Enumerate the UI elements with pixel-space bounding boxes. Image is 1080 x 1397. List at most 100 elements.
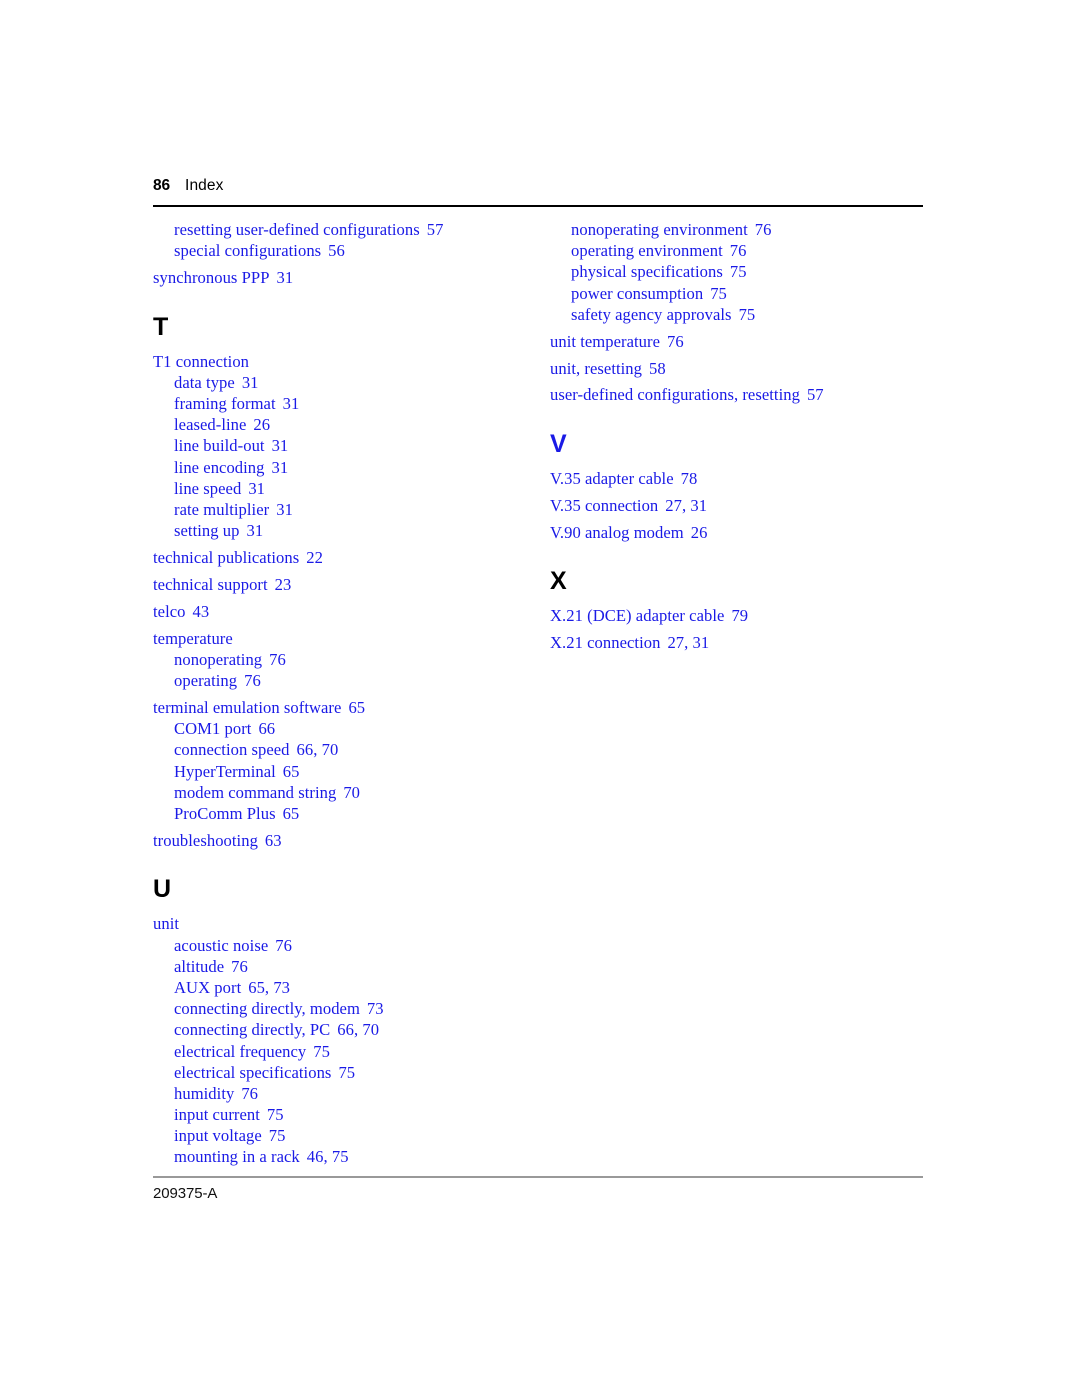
index-subentry[interactable]: ProComm Plus 65 (174, 804, 525, 823)
index-subentry[interactable]: power consumption 75 (571, 283, 925, 303)
index-subentry[interactable]: mounting in a rack 46, 75 (174, 1149, 525, 1166)
index-entry[interactable]: V.35 adapter cable 78 (550, 469, 925, 488)
index-entry[interactable]: unit (153, 916, 525, 933)
index-subentry[interactable]: acoustic noise 76 (174, 936, 525, 955)
index-entry-pages[interactable]: 31 (247, 521, 264, 540)
index-subentry[interactable]: input voltage 75 (174, 1126, 525, 1145)
index-entry-pages[interactable]: 22 (306, 548, 323, 567)
index-entry-term: temperature (153, 628, 233, 648)
index-entry-pages[interactable]: 73 (367, 999, 384, 1018)
index-entry-pages[interactable]: 26 (691, 523, 708, 542)
index-entry[interactable]: temperature (153, 628, 525, 648)
index-entry-pages[interactable]: 57 (427, 220, 444, 239)
index-entry-pages[interactable]: 76 (244, 671, 261, 690)
index-entry-term: data type (174, 372, 235, 392)
index-subentry[interactable]: operating environment 76 (571, 241, 925, 260)
index-subentry[interactable]: resetting user-defined configurations 57 (174, 220, 525, 239)
index-subentry[interactable]: connection speed 66, 70 (174, 742, 525, 759)
index-subentry[interactable]: operating 76 (174, 671, 525, 690)
index-entry-pages[interactable]: 43 (193, 602, 210, 621)
index-entry-pages[interactable]: 76 (275, 936, 292, 955)
index-entry-pages[interactable]: 75 (338, 1063, 355, 1082)
index-subentry[interactable]: electrical specifications 75 (174, 1063, 525, 1082)
index-entry-pages[interactable]: 76 (231, 957, 248, 976)
index-entry-pages[interactable]: 31 (248, 479, 265, 498)
index-subentry[interactable]: line build-out 31 (174, 438, 525, 455)
index-entry-pages[interactable]: 75 (269, 1126, 286, 1145)
index-entry-pages[interactable]: 31 (276, 268, 293, 287)
index-entry-pages[interactable]: 31 (272, 458, 289, 477)
index-subentry[interactable]: safety agency approvals 75 (571, 305, 925, 324)
index-entry-pages[interactable]: 78 (681, 469, 698, 488)
index-entry-pages[interactable]: 31 (242, 373, 259, 392)
index-entry-pages[interactable]: 79 (731, 606, 748, 625)
index-entry-pages[interactable]: 75 (739, 305, 756, 324)
index-subentry[interactable]: special configurations 56 (174, 241, 525, 260)
index-entry-pages[interactable]: 66 (258, 719, 275, 738)
index-subentry[interactable]: line speed 31 (174, 479, 525, 498)
index-entry[interactable]: synchronous PPP 31 (153, 268, 525, 287)
index-entry-pages[interactable]: 66, 70 (297, 740, 339, 759)
index-entry[interactable]: X.21 connection 27, 31 (550, 633, 925, 652)
index-entry[interactable]: V.35 connection 27, 31 (550, 496, 925, 515)
index-subentry[interactable]: HyperTerminal 65 (174, 762, 525, 781)
index-entry[interactable]: troubleshooting 63 (153, 831, 525, 850)
index-subentry[interactable]: connecting directly, PC 66, 70 (174, 1022, 525, 1039)
index-entry-pages[interactable]: 75 (710, 284, 727, 303)
index-subentry[interactable]: altitude 76 (174, 957, 525, 976)
index-entry-pages[interactable]: 76 (241, 1084, 258, 1103)
index-subentry[interactable]: AUX port 65, 73 (174, 978, 525, 997)
index-entry[interactable]: technical publications 22 (153, 548, 525, 567)
index-subentry[interactable]: input current 75 (174, 1105, 525, 1124)
index-entry-pages[interactable]: 65, 73 (248, 978, 290, 997)
index-entry[interactable]: unit temperature 76 (550, 332, 925, 351)
index-entry-pages[interactable]: 23 (275, 575, 292, 594)
index-entry-pages[interactable]: 76 (730, 241, 747, 260)
index-subentry[interactable]: electrical frequency 75 (174, 1042, 525, 1061)
index-entry-pages[interactable]: 65 (348, 698, 365, 717)
index-entry[interactable]: user-defined configurations, resetting 57 (550, 387, 925, 404)
index-entry-pages[interactable]: 65 (283, 762, 300, 781)
index-entry-pages[interactable]: 63 (265, 831, 282, 850)
index-entry[interactable]: terminal emulation software 65 (153, 698, 525, 717)
index-entry-pages[interactable]: 46, 75 (307, 1147, 349, 1166)
index-subentry[interactable]: nonoperating 76 (174, 650, 525, 669)
index-entry[interactable]: X.21 (DCE) adapter cable 79 (550, 608, 925, 625)
index-entry-pages[interactable]: 66, 70 (337, 1020, 379, 1039)
index-subentry[interactable]: nonoperating environment 76 (571, 220, 925, 239)
index-entry-pages[interactable]: 75 (730, 262, 747, 281)
index-subentry[interactable]: modem command string 70 (174, 783, 525, 802)
index-entry[interactable]: technical support 23 (153, 575, 525, 594)
index-entry-pages[interactable]: 27, 31 (667, 633, 709, 652)
index-entry[interactable]: unit, resetting 58 (550, 359, 925, 378)
index-entry-pages[interactable]: 31 (276, 500, 293, 519)
index-entry[interactable]: T1 connection (153, 353, 525, 371)
index-entry-pages[interactable]: 31 (283, 394, 300, 413)
index-subentry[interactable]: data type 31 (174, 372, 525, 392)
index-subentry[interactable]: leased-line 26 (174, 415, 525, 434)
index-entry-pages[interactable]: 26 (253, 415, 270, 434)
index-entry[interactable]: telco 43 (153, 602, 525, 621)
index-subentry[interactable]: humidity 76 (174, 1084, 525, 1103)
index-entry-pages[interactable]: 65 (283, 804, 300, 823)
index-entry-pages[interactable]: 75 (313, 1042, 330, 1061)
index-subentry[interactable]: COM1 port 66 (174, 719, 525, 738)
index-entry-term: power consumption (571, 283, 704, 303)
index-entry-pages[interactable]: 27, 31 (665, 496, 707, 515)
index-subentry[interactable]: setting up 31 (174, 521, 525, 540)
index-entry-pages[interactable]: 76 (269, 650, 286, 669)
index-entry-pages[interactable]: 76 (667, 332, 684, 351)
index-subentry[interactable]: framing format 31 (174, 394, 525, 413)
index-entry-pages[interactable]: 58 (649, 359, 666, 378)
index-entry-pages[interactable]: 70 (343, 783, 360, 802)
index-entry-pages[interactable]: 57 (807, 385, 824, 404)
index-subentry[interactable]: physical specifications 75 (571, 264, 925, 281)
index-entry-pages[interactable]: 76 (755, 220, 772, 239)
index-entry[interactable]: V.90 analog modem 26 (550, 523, 925, 542)
index-entry-pages[interactable]: 31 (272, 436, 289, 455)
index-subentry[interactable]: line encoding 31 (174, 458, 525, 477)
index-subentry[interactable]: rate multiplier 31 (174, 500, 525, 519)
index-subentry[interactable]: connecting directly, modem 73 (174, 999, 525, 1018)
index-entry-pages[interactable]: 56 (328, 241, 345, 260)
index-entry-pages[interactable]: 75 (267, 1105, 284, 1124)
